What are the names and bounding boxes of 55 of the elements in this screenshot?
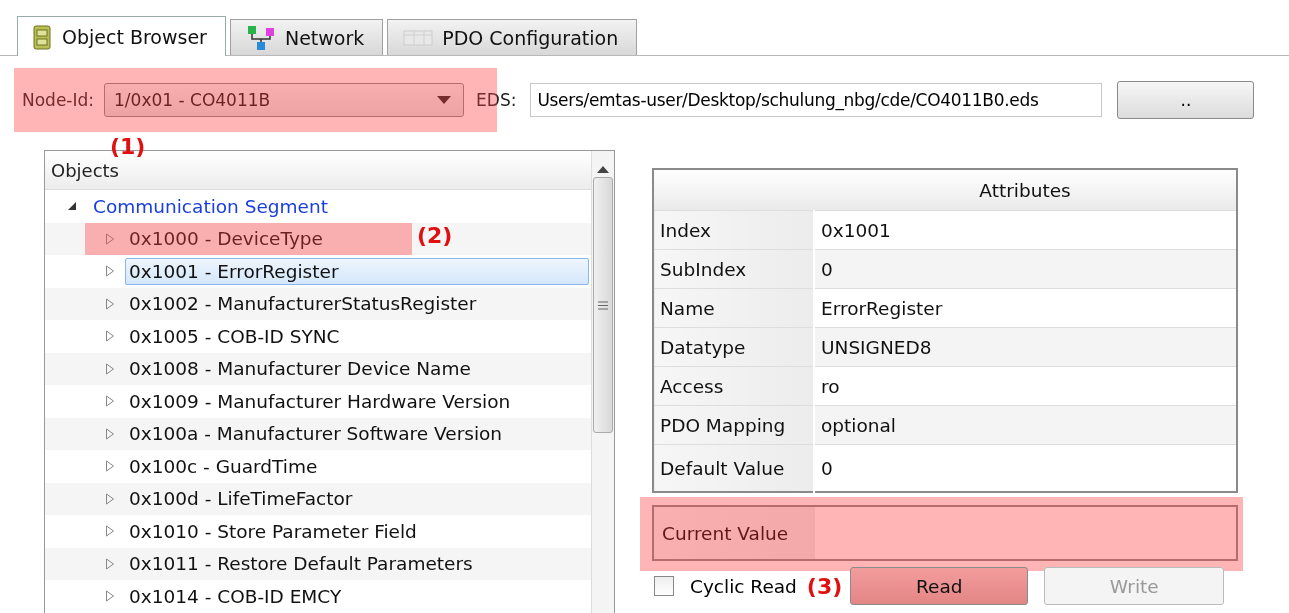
dropdown-arrow-icon <box>437 96 452 104</box>
expand-arrow-icon[interactable] <box>103 329 117 344</box>
tree-item[interactable]: 0x1005 - COB-ID SYNC <box>125 322 345 350</box>
row-label: Access <box>653 366 814 406</box>
expand-arrow-icon[interactable] <box>103 264 117 279</box>
row-label: SubIndex <box>653 249 814 289</box>
node-id-label: Node-Id: <box>22 90 95 110</box>
annotation-number: (2) <box>417 222 453 248</box>
tree-item[interactable]: 0x1014 - COB-ID EMCY <box>125 582 347 610</box>
checkbox-label: Cyclic Read <box>690 575 797 597</box>
expand-arrow-icon[interactable] <box>103 459 117 474</box>
expand-arrow-icon[interactable] <box>103 296 117 311</box>
tab[interactable]: Object Browser <box>17 16 226 56</box>
row-label: Default Value <box>653 444 814 492</box>
row-label: Current Value <box>654 507 815 559</box>
expand-arrow-icon[interactable] <box>103 556 117 571</box>
table-cell: 0 <box>814 249 1237 289</box>
table-cell: 0x1001 <box>814 210 1237 250</box>
expand-arrow-icon[interactable] <box>103 231 117 246</box>
expand-arrow-icon[interactable] <box>103 589 117 604</box>
scroll-up-icon[interactable] <box>597 165 609 173</box>
row-label: Index <box>653 210 814 250</box>
tree-item[interactable]: 0x100c - GuardTime <box>125 452 323 480</box>
annotation-number: (3) <box>806 573 843 599</box>
table-cell: 0 <box>814 444 1237 492</box>
node-id-dropdown[interactable]: 1/0x01 - CO4011B <box>104 83 465 117</box>
tab[interactable]: Network <box>229 19 384 55</box>
table-cell: UNSIGNED8 <box>814 327 1237 367</box>
row-label: Name <box>653 288 814 328</box>
tree-item[interactable]: 0x1001 - ErrorRegister <box>125 257 589 285</box>
expand-arrow-icon[interactable] <box>103 426 117 441</box>
column-header: Attributes <box>814 169 1237 211</box>
tree-item[interactable]: 0x1010 - Store Parameter Field <box>125 517 422 545</box>
tree-item[interactable]: 0x1000 - DeviceType <box>125 225 328 253</box>
cabinet-icon <box>32 22 54 51</box>
row-label: Datatype <box>653 327 814 367</box>
expand-arrow-icon[interactable] <box>103 361 117 376</box>
expand-arrow-icon[interactable] <box>103 394 117 409</box>
eds-path-field[interactable]: Users/emtas-user/Desktop/schulung_nbg/cde/CO4011B0.eds <box>530 83 1103 117</box>
table-cell: optional <box>814 405 1237 445</box>
browse-button[interactable]: .. <box>1117 81 1255 119</box>
table-cell: ErrorRegister <box>814 288 1237 328</box>
checkbox[interactable] <box>654 576 674 596</box>
eds-label: EDS: <box>476 90 517 110</box>
expand-arrow-icon[interactable] <box>103 491 117 506</box>
table-cell: ro <box>814 366 1237 406</box>
row-label: PDO Mapping <box>653 405 814 445</box>
expand-arrow-icon[interactable] <box>103 524 117 539</box>
scrollbar-thumb[interactable] <box>593 177 613 433</box>
action-button[interactable]: Read <box>850 567 1029 605</box>
grip-icon <box>598 300 608 310</box>
tree-item[interactable]: 0x1009 - Manufacturer Hardware Version <box>125 387 516 415</box>
scrollbar[interactable] <box>591 151 614 613</box>
tree-item[interactable]: Communication Segment <box>89 192 333 220</box>
tab[interactable]: PDO Configuration <box>387 19 638 55</box>
